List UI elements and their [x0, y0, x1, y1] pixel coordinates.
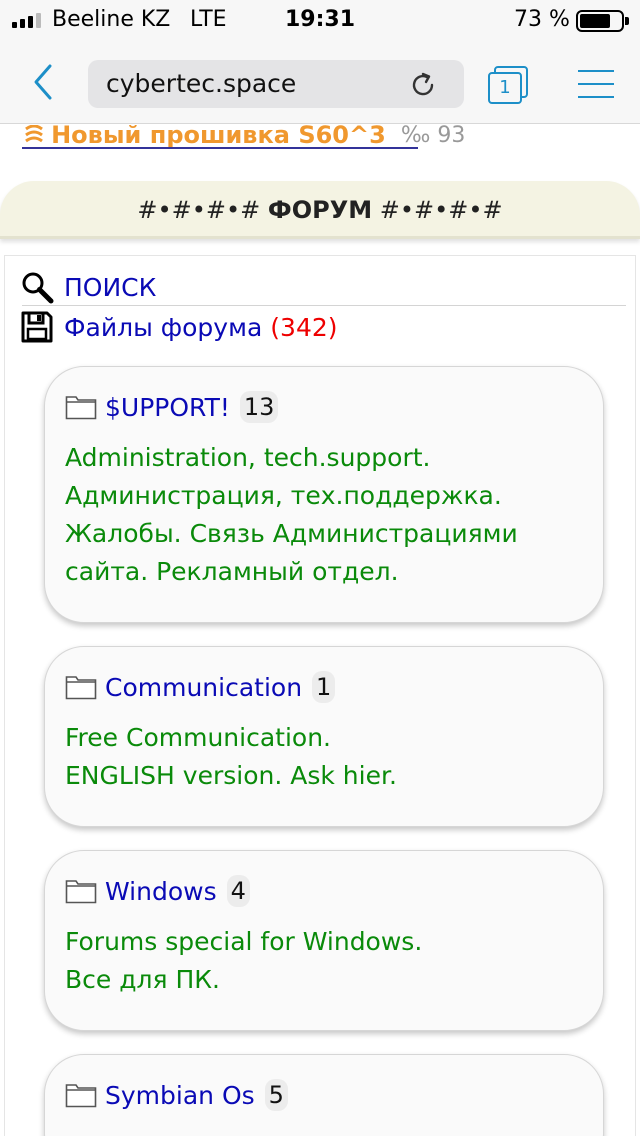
status-bar: Beeline KZ LTE 19:31 73 %: [0, 0, 640, 40]
topic-count-badge: 1: [312, 671, 336, 703]
url-text: cybertec.space: [106, 69, 297, 98]
forum-description: Administration, tech.support. Администра…: [65, 443, 518, 586]
tab-count: 1: [488, 72, 522, 104]
topic-count-badge: 5: [264, 1079, 288, 1111]
forum-description: Free Communication. ENGLISH version. Ask…: [65, 723, 397, 790]
menu-button[interactable]: [578, 70, 614, 98]
forum-files-link[interactable]: Файлы форума (342): [20, 310, 338, 344]
tabs-button[interactable]: 1: [488, 66, 528, 104]
floppy-disk-icon: [21, 311, 53, 343]
reload-button[interactable]: [408, 70, 438, 100]
search-icon: [22, 272, 54, 304]
battery-percent: 73 %: [514, 7, 570, 32]
topic-count-badge: 13: [239, 391, 279, 423]
folder-icon: [65, 676, 97, 700]
forum-card-symbian[interactable]: Symbian Os 5: [44, 1054, 604, 1136]
forum-files-count: (342): [270, 312, 338, 342]
browser-toolbar: cybertec.space 1: [0, 40, 640, 124]
folder-icon: [65, 396, 97, 420]
forum-header: #•#•#•# ФОРУМ #•#•#•#: [0, 181, 640, 239]
forum-card-windows[interactable]: Windows 4 Forums special for Windows. Вс…: [44, 850, 604, 1031]
news-item: Новый прошивка S60^3 ‰ 93: [22, 125, 622, 151]
news-meta: ‰ 93: [400, 125, 466, 148]
forum-files-label: Файлы форума: [64, 312, 263, 342]
folder-icon: [65, 880, 97, 904]
folder-icon: [65, 1084, 97, 1108]
forum-name[interactable]: $UPPORT!: [105, 393, 230, 422]
forum-name[interactable]: Communication: [105, 673, 302, 702]
news-icon: [22, 125, 46, 147]
news-link[interactable]: Новый прошивка S60^3: [51, 125, 386, 149]
forum-card-communication[interactable]: Communication 1 Free Communication. ENGL…: [44, 646, 604, 827]
divider: [22, 305, 626, 306]
search-link[interactable]: ПОИСК: [20, 270, 156, 304]
forum-card-support[interactable]: $UPPORT! 13 Administration, tech.support…: [44, 366, 604, 623]
topic-count-badge: 4: [226, 875, 250, 907]
reload-icon: [412, 72, 434, 96]
forum-name[interactable]: Symbian Os: [105, 1081, 255, 1110]
address-bar[interactable]: cybertec.space: [88, 60, 464, 108]
back-button[interactable]: [28, 62, 60, 102]
forum-name[interactable]: Windows: [105, 877, 217, 906]
chevron-left-icon: [34, 64, 52, 100]
search-link-label: ПОИСК: [64, 272, 157, 302]
forum-title: #•#•#•# ФОРУМ #•#•#•#: [137, 196, 503, 224]
battery-icon: [576, 10, 629, 32]
forum-description: Forums special for Windows. Все для ПК.: [65, 927, 423, 994]
